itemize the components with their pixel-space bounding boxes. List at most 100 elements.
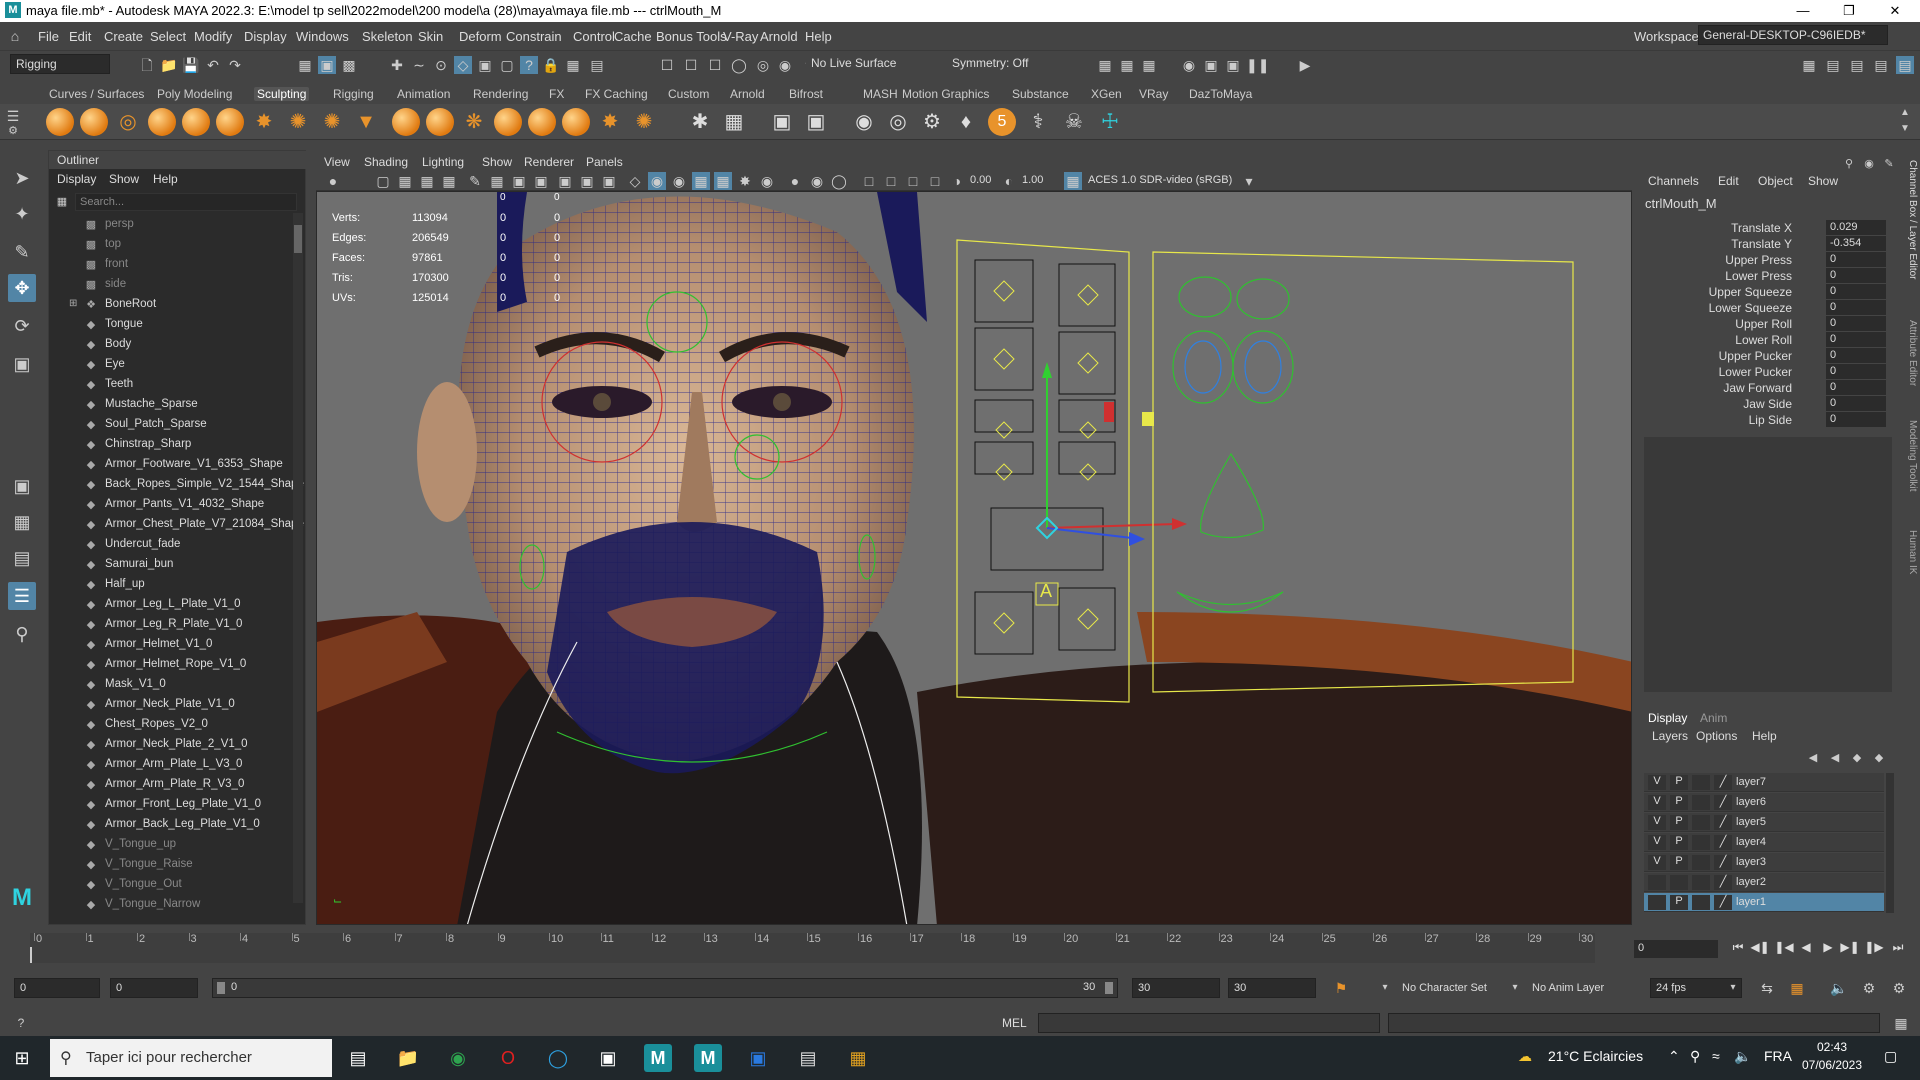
channel-value-field[interactable]: 0.029 (1826, 220, 1886, 235)
outliner-item[interactable]: ◆ V_Tongue_Raise (49, 855, 289, 875)
outliner-item[interactable]: ◆ Tongue (49, 315, 289, 335)
move-layer-up-icon[interactable]: ◀ (1804, 749, 1822, 767)
playback-start-field[interactable]: 0 (110, 978, 198, 998)
windows-start-icon[interactable]: ⊞ (8, 1044, 36, 1072)
motion-blur-icon[interactable]: ● (786, 172, 804, 190)
wifi-icon[interactable]: ≈ (1712, 1048, 1720, 1064)
folder-icon[interactable]: ▤ (794, 1044, 822, 1072)
layer-name[interactable]: layer3 (1736, 856, 1766, 868)
light-editor-icon[interactable]: ◉ (776, 56, 794, 74)
shelf-tab-rendering[interactable]: Rendering (470, 87, 531, 101)
uv-grid-icon[interactable]: ▦ (720, 108, 748, 136)
menu-create[interactable]: Create (104, 29, 143, 44)
playback-end-field[interactable]: 30 (1132, 978, 1220, 998)
character-set-field[interactable]: No Character Set (1402, 982, 1487, 994)
menu-constrain[interactable]: Constrain (506, 29, 562, 44)
layer-editor-icon[interactable]: ▤ (1896, 56, 1914, 74)
channel-label[interactable]: Lower Squeeze (1709, 301, 1792, 315)
hypershade-icon[interactable]: ◯ (730, 56, 748, 74)
step-forward-frame-icon[interactable]: ▶❚ (1840, 940, 1860, 958)
shelf-scroll-down-icon[interactable]: ▼ (1896, 120, 1914, 138)
fill-tool-icon[interactable]: ❋ (460, 108, 488, 136)
gear-tool-icon[interactable]: ⚙ (918, 108, 946, 136)
exposure-icon[interactable]: ◑ (948, 172, 966, 190)
file-explorer-icon[interactable]: 📁 (394, 1044, 422, 1072)
shelf-tab-curves-surfaces[interactable]: Curves / Surfaces (46, 87, 147, 101)
shelf-tab-motion-graphics[interactable]: Motion Graphics (899, 87, 992, 101)
task-view-icon[interactable]: ▤ (344, 1044, 372, 1072)
flatten-tool-icon[interactable] (216, 108, 244, 136)
wireframe-on-shaded-icon[interactable]: ◉ (670, 172, 688, 190)
menu-display[interactable]: Display (244, 29, 287, 44)
outliner-item[interactable]: ◆ Body (49, 335, 289, 355)
layer-visibility-toggle[interactable]: V (1648, 815, 1666, 830)
outliner-item[interactable]: ◆ Armor_Neck_Plate_2_V1_0 (49, 735, 289, 755)
channel-value-field[interactable]: 0 (1826, 364, 1886, 379)
ipr-render-icon[interactable]: ☐ (682, 56, 700, 74)
help-line-icon[interactable]: ? (12, 1014, 30, 1032)
outliner-menu-show[interactable]: Show (109, 172, 139, 186)
channel-row[interactable]: Upper Roll 0 (1640, 316, 1896, 332)
network-icon[interactable]: ⚲ (1690, 1048, 1700, 1065)
ipr-icon[interactable]: ▣ (1224, 56, 1242, 74)
shelf-tab-sculpting[interactable]: Sculpting (254, 87, 310, 101)
anti-aliasing-icon[interactable]: ◉ (808, 172, 826, 190)
outliner-item[interactable]: ◆ Armor_Back_Leg_Plate_V1_0 (49, 815, 289, 835)
snap-surface-icon[interactable]: ▣ (476, 56, 494, 74)
layer-color-swatch[interactable]: ╱ (1714, 775, 1732, 790)
search-icon[interactable]: ⚲ (8, 620, 36, 648)
four-pane-icon[interactable]: ▦ (8, 508, 36, 536)
menu-skin[interactable]: Skin (418, 29, 443, 44)
camera-icon[interactable]: ▢ (374, 172, 392, 190)
new-layer-selected-icon[interactable]: ◆ (1870, 749, 1888, 767)
textured-icon[interactable]: ▦ (692, 172, 710, 190)
select-object-icon[interactable]: ▣ (318, 56, 336, 74)
pinch-tool-icon[interactable] (182, 108, 210, 136)
isolate-select-icon[interactable]: □ (860, 172, 878, 190)
render-current-icon[interactable]: ☐ (658, 56, 676, 74)
sculpt-tool-icon[interactable] (46, 108, 74, 136)
channel-row[interactable]: Upper Pucker 0 (1640, 348, 1896, 364)
viewport-menu-view[interactable]: View (324, 155, 350, 169)
shelf-settings-icon[interactable]: ⚙ (4, 122, 22, 140)
outliner-item[interactable]: ◆ Armor_Arm_Plate_L_V3_0 (49, 755, 289, 775)
app-icon[interactable]: ▣ (594, 1044, 622, 1072)
current-time-marker[interactable] (30, 947, 32, 963)
camera-attributes-icon[interactable]: ● (324, 172, 342, 190)
channel-label[interactable]: Lower Roll (1735, 333, 1792, 347)
layer-playback-toggle[interactable] (1670, 875, 1688, 890)
weather-text[interactable]: 21°C Eclaircies (1548, 1048, 1643, 1064)
outliner-item[interactable]: ⊞ ❖ BoneRoot (49, 295, 289, 315)
layer-visibility-toggle[interactable]: V (1648, 835, 1666, 850)
channel-row[interactable]: Lower Roll 0 (1640, 332, 1896, 348)
layer-row[interactable]: V P ╱ layer4 (1644, 833, 1884, 852)
playback-preferences-icon[interactable]: ⚙ (1890, 979, 1908, 997)
outliner-item[interactable]: ▩ top (49, 235, 289, 255)
skull-icon[interactable]: ☠ (1060, 108, 1088, 136)
clock-date[interactable]: 07/06/2023 (1800, 1058, 1864, 1072)
shelf-tab-bifrost[interactable]: Bifrost (786, 87, 826, 101)
outliner-item[interactable]: ◆ V_Tongue_Narrow (49, 895, 289, 915)
color-management-icon[interactable]: ▦ (1064, 172, 1082, 190)
home-icon[interactable]: ⌂ (6, 27, 24, 45)
layer-color-swatch[interactable]: ╱ (1714, 835, 1732, 850)
auto-key-icon[interactable]: ⚑ (1332, 979, 1350, 997)
gamma-icon[interactable]: ◐ (1000, 172, 1018, 190)
channel-label[interactable]: Upper Pucker (1719, 349, 1792, 363)
shelf-tab-vray[interactable]: VRay (1136, 87, 1171, 101)
layer-name[interactable]: layer7 (1736, 776, 1766, 788)
viewport-3d[interactable]: A 0 0 Verts: 113094 0 0 Edges: 206549 0 0 Faces:… (316, 191, 1632, 925)
pin-icon[interactable]: ⚲ (1840, 155, 1858, 173)
anim-layer-field[interactable]: No Anim Layer (1532, 982, 1604, 994)
grease-pencil-icon[interactable]: ✎ (466, 172, 484, 190)
outliner-item[interactable]: ◆ Armor_Footware_V1_6353_Shape (49, 455, 289, 475)
arnold-render-icon[interactable]: ◉ (1180, 56, 1198, 74)
edit-icon[interactable]: ✎ (1880, 155, 1898, 173)
tray-chevron-up-icon[interactable]: ⌃ (1668, 1048, 1680, 1065)
play-forward-icon[interactable]: ▶ (1818, 940, 1838, 958)
outliner-item[interactable]: ◆ Eye (49, 355, 289, 375)
freeze-tool-icon[interactable]: ✺ (630, 108, 658, 136)
layer-row[interactable]: V P ╱ layer3 (1644, 853, 1884, 872)
channel-row[interactable]: Upper Squeeze 0 (1640, 284, 1896, 300)
image-plane-icon[interactable]: ▦ (418, 172, 436, 190)
